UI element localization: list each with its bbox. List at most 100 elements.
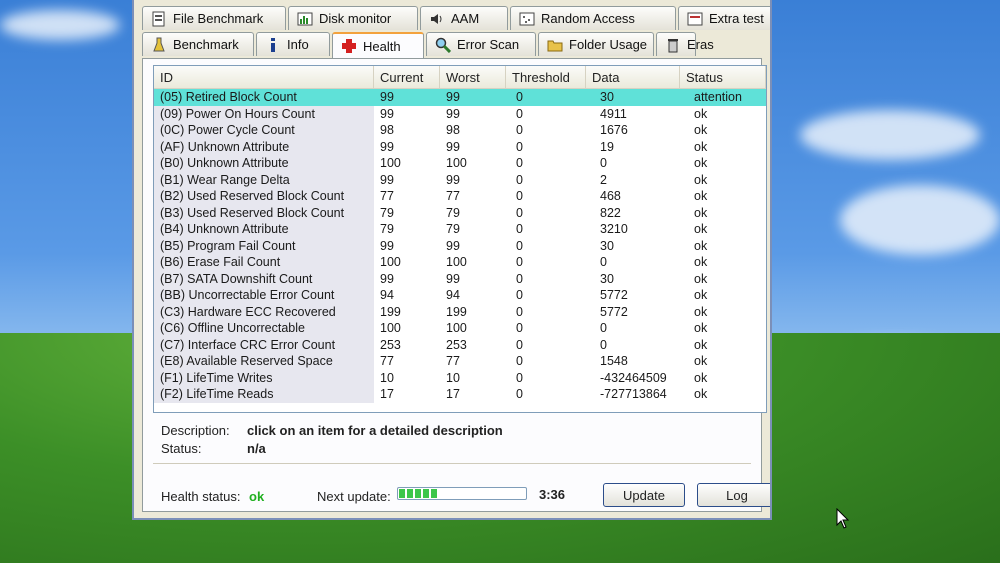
data-cell: 0 [600, 321, 607, 335]
tab-file-benchmark[interactable]: File Benchmark [142, 6, 286, 30]
worst-cell: 98 [446, 123, 460, 137]
worst-cell: 99 [446, 106, 460, 121]
tab-error-scan[interactable]: Error Scan [426, 32, 536, 56]
table-row[interactable]: (F2) LifeTime Reads 17 17 0 -727713864 ok [154, 386, 766, 403]
cloud [800, 110, 980, 160]
table-row[interactable]: (B6) Erase Fail Count 100 100 0 0 ok [154, 254, 766, 271]
tab-benchmark[interactable]: Benchmark [142, 32, 254, 56]
worst-cell: 99 [446, 90, 460, 104]
table-row[interactable]: (B3) Used Reserved Block Count 79 79 0 822 ok [154, 204, 766, 221]
table-row[interactable]: (E8) Available Reserved Space 77 77 0 1548 ok [154, 353, 766, 370]
description-value: click on an item for a detailed descript… [247, 423, 503, 438]
trash-icon [665, 37, 681, 53]
column-header-threshold[interactable]: Threshold [506, 66, 586, 88]
current-cell: 79 [380, 205, 394, 220]
data-cell: 4911 [600, 106, 627, 121]
update-button[interactable]: Update [603, 483, 685, 507]
tab-health[interactable]: Health [332, 32, 424, 58]
threshold-cell: 0 [516, 172, 523, 187]
current-cell: 100 [380, 321, 401, 335]
status-cell: ok [694, 337, 708, 352]
current-cell: 77 [380, 354, 394, 368]
worst-cell: 99 [446, 238, 460, 253]
tab-aam[interactable]: AAM [420, 6, 508, 30]
worst-cell: 199 [446, 304, 467, 319]
data-cell: -727713864 [600, 387, 667, 401]
attribute-id-cell: (B4) Unknown Attribute [154, 221, 374, 238]
attribute-id-cell: (B1) Wear Range Delta [154, 171, 374, 188]
tab-label: Disk monitor [319, 11, 392, 26]
column-header-data[interactable]: Data [586, 66, 680, 88]
status-cell: ok [694, 354, 708, 368]
worst-cell: 79 [446, 205, 460, 220]
attribute-id-cell: (B2) Used Reserved Block Count [154, 188, 374, 205]
data-cell: 1548 [600, 354, 628, 368]
attribute-id-cell: (09) Power On Hours Count [154, 105, 374, 122]
status-label: Status: [161, 441, 202, 456]
current-cell: 99 [380, 172, 394, 187]
table-row[interactable]: (B0) Unknown Attribute 100 100 0 0 ok [154, 155, 766, 172]
status-cell: ok [694, 321, 708, 335]
table-row[interactable]: (B2) Used Reserved Block Count 77 77 0 468 ok [154, 188, 766, 205]
magnifier-icon [435, 37, 451, 53]
column-header-status[interactable]: Status [680, 66, 766, 88]
table-row[interactable]: (B5) Program Fail Count 99 99 0 30 ok [154, 237, 766, 254]
data-cell: 1676 [600, 123, 628, 137]
tab-disk-monitor[interactable]: Disk monitor [288, 6, 418, 30]
data-cell: 30 [600, 238, 614, 253]
table-row[interactable]: (09) Power On Hours Count 99 99 0 4911 ok [154, 105, 766, 122]
threshold-cell: 0 [516, 238, 523, 253]
tab-eras[interactable]: Eras [656, 32, 714, 56]
tab-label: Random Access [541, 11, 635, 26]
current-cell: 10 [380, 370, 394, 385]
status-cell: ok [694, 238, 708, 253]
attribute-id-cell: (C6) Offline Uncorrectable [154, 320, 374, 337]
threshold-cell: 0 [516, 222, 523, 236]
tab-info[interactable]: Info [256, 32, 330, 56]
attribute-id-cell: (BB) Uncorrectable Error Count [154, 287, 374, 304]
worst-cell: 79 [446, 222, 460, 236]
status-cell: ok [694, 387, 708, 401]
status-cell: attention [694, 90, 742, 104]
tab-label: Eras [687, 37, 714, 52]
attribute-id-cell: (B6) Erase Fail Count [154, 254, 374, 271]
column-header-id[interactable]: ID [154, 66, 374, 88]
table-row[interactable]: (B7) SATA Downshift Count 99 99 0 30 ok [154, 270, 766, 287]
status-cell: ok [694, 271, 708, 286]
log-button[interactable]: Log [697, 483, 770, 507]
smart-attributes-list[interactable]: ID Current Worst Threshold Data Status (… [153, 65, 767, 413]
table-row[interactable]: (BB) Uncorrectable Error Count 94 94 0 5772 o… [154, 287, 766, 304]
tab-label: Folder Usage [569, 37, 648, 52]
current-cell: 100 [380, 255, 401, 269]
column-header-current[interactable]: Current [374, 66, 440, 88]
table-row[interactable]: (0C) Power Cycle Count 98 98 0 1676 ok [154, 122, 766, 139]
table-row[interactable]: (AF) Unknown Attribute 99 99 0 19 ok [154, 138, 766, 155]
table-row[interactable]: (05) Retired Block Count 99 99 0 30 attention [154, 89, 766, 106]
next-update-time: 3:36 [539, 487, 566, 502]
column-header-worst[interactable]: Worst [440, 66, 506, 88]
description-area: Description: click on an item for a detai… [161, 423, 503, 459]
threshold-cell: 0 [516, 106, 523, 121]
tab-folder-usage[interactable]: Folder Usage [538, 32, 654, 56]
file-benchmark-icon [151, 11, 167, 27]
status-cell: ok [694, 189, 708, 203]
benchmark-icon [151, 37, 167, 53]
current-cell: 99 [380, 90, 394, 104]
tab-extra-test[interactable]: Extra test [678, 6, 770, 30]
table-row[interactable]: (B1) Wear Range Delta 99 99 0 2 ok [154, 171, 766, 188]
data-cell: 30 [600, 271, 614, 286]
threshold-cell: 0 [516, 123, 523, 137]
table-row[interactable]: (B4) Unknown Attribute 79 79 0 3210 ok [154, 221, 766, 238]
current-cell: 79 [380, 222, 394, 236]
tab-random-access[interactable]: Random Access [510, 6, 676, 30]
table-row[interactable]: (C7) Interface CRC Error Count 253 253 0 0 ok [154, 336, 766, 353]
health-cross-icon [341, 38, 357, 54]
worst-cell: 99 [446, 172, 460, 187]
table-row[interactable]: (F1) LifeTime Writes 10 10 0 -432464509 ok [154, 369, 766, 386]
table-row[interactable]: (C3) Hardware ECC Recovered 199 199 0 5772 ok [154, 303, 766, 320]
data-cell: 19 [600, 139, 614, 154]
worst-cell: 99 [446, 139, 460, 154]
table-row[interactable]: (C6) Offline Uncorrectable 100 100 0 0 ok [154, 320, 766, 337]
tab-row-top: File Benchmark Disk monitor AAM Random Acce… [142, 6, 770, 32]
attribute-id-cell: (E8) Available Reserved Space [154, 353, 374, 370]
